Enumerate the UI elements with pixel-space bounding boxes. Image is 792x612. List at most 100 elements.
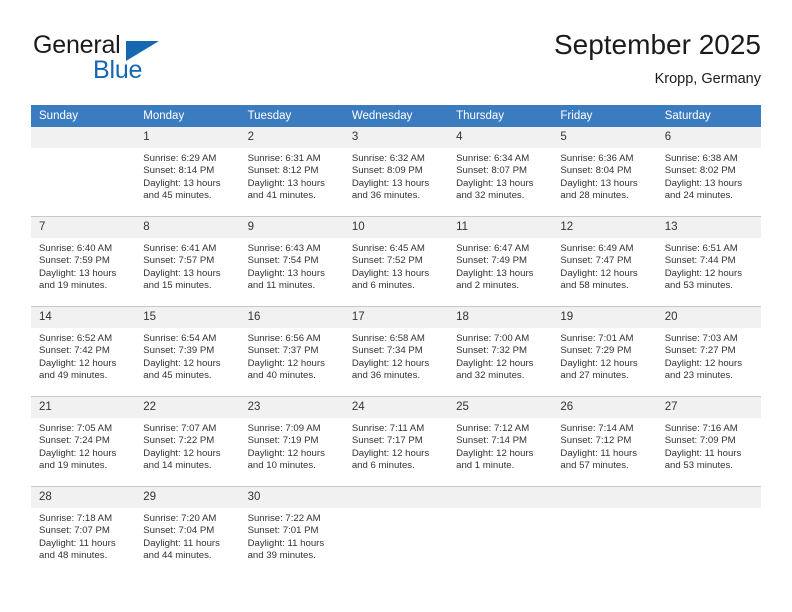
day-number: 1: [135, 127, 240, 148]
calendar-day-cell[interactable]: 6 Sunrise: 6:38 AM Sunset: 8:02 PM Daylight…: [656, 127, 761, 217]
day-number: 25: [448, 397, 553, 418]
daylight-text-cont: and 53 minutes.: [664, 280, 733, 292]
sunrise-text: Sunrise: 6:41 AM: [143, 243, 217, 254]
sunset-text: Sunset: 7:59 PM: [39, 255, 110, 267]
sunset-text: Sunset: 7:27 PM: [664, 345, 736, 357]
calendar-day-cell[interactable]: 24 Sunrise: 7:11 AM Sunset: 7:17 PM Dayligh…: [343, 396, 449, 487]
day-details: Sunrise: 7:20 AM Sunset: 7:04 PM Daylight:…: [135, 508, 239, 563]
daylight-text-cont: and 23 minutes.: [664, 370, 733, 382]
day-number: 11: [448, 217, 553, 238]
daylight-text: Daylight: 11 hours: [39, 537, 116, 549]
day-number: 21: [31, 397, 136, 418]
day-details: Sunrise: 6:51 AM Sunset: 7:44 PM Daylight:…: [657, 238, 761, 293]
day-number: 14: [31, 307, 136, 328]
sunset-text: Sunset: 7:17 PM: [351, 435, 423, 447]
calendar-day-cell[interactable]: 11 Sunrise: 6:47 AM Sunset: 7:49 PM Dayligh…: [448, 216, 553, 307]
sunrise-text: Sunrise: 6:43 AM: [247, 243, 321, 254]
sunrise-text: Sunrise: 6:36 AM: [560, 153, 634, 164]
calendar-day-cell[interactable]: 14 Sunrise: 6:52 AM Sunset: 7:42 PM Dayligh…: [31, 306, 136, 397]
calendar-day-cell[interactable]: 18 Sunrise: 7:00 AM Sunset: 7:32 PM Dayligh…: [448, 306, 553, 397]
sunset-text: Sunset: 7:01 PM: [247, 525, 319, 537]
calendar-day-cell[interactable]: 15 Sunrise: 6:54 AM Sunset: 7:39 PM Dayligh…: [135, 306, 240, 397]
calendar-day-cell[interactable]: 21 Sunrise: 7:05 AM Sunset: 7:24 PM Dayligh…: [31, 396, 136, 487]
calendar-page: General Blue September 2025 Kropp, Germa…: [0, 0, 792, 612]
daylight-text-cont: and 40 minutes.: [247, 370, 316, 382]
day-number: 5: [552, 127, 657, 148]
day-details: Sunrise: 7:16 AM Sunset: 7:09 PM Daylight:…: [657, 418, 761, 473]
daylight-text-cont: and 36 minutes.: [351, 190, 421, 202]
sunset-text: Sunset: 8:09 PM: [351, 165, 423, 177]
calendar-day-cell[interactable]: 29 Sunrise: 7:20 AM Sunset: 7:04 PM Dayligh…: [135, 486, 240, 576]
general-blue-logo[interactable]: General Blue: [31, 28, 231, 90]
sunrise-text: Sunrise: 6:51 AM: [664, 243, 738, 254]
daylight-text-cont: and 2 minutes.: [456, 280, 520, 292]
daylight-text-cont: and 15 minutes.: [143, 280, 212, 292]
calendar-week-row: 1 Sunrise: 6:29 AM Sunset: 8:14 PM Daylight…: [31, 127, 761, 217]
calendar-day-cell[interactable]: 17 Sunrise: 6:58 AM Sunset: 7:34 PM Dayligh…: [343, 306, 449, 397]
calendar-day-cell[interactable]: 3 Sunrise: 6:32 AM Sunset: 8:09 PM Daylight…: [343, 127, 449, 217]
sunrise-text: Sunrise: 7:22 AM: [247, 513, 321, 524]
day-number: 27: [656, 397, 761, 418]
calendar-day-cell[interactable]: 30 Sunrise: 7:22 AM Sunset: 7:01 PM Dayligh…: [239, 486, 344, 576]
daylight-text: Daylight: 12 hours: [247, 447, 325, 459]
day-details: Sunrise: 6:56 AM Sunset: 7:37 PM Daylight:…: [240, 328, 344, 383]
day-number: 18: [448, 307, 553, 328]
daylight-text-cont: and 19 minutes.: [39, 460, 108, 472]
calendar-day-cell[interactable]: 1 Sunrise: 6:29 AM Sunset: 8:14 PM Daylight…: [135, 127, 240, 217]
day-details: Sunrise: 7:18 AM Sunset: 7:07 PM Daylight:…: [31, 508, 135, 563]
day-number: 2: [239, 127, 344, 148]
sunrise-text: Sunrise: 7:07 AM: [143, 423, 217, 434]
daylight-text: Daylight: 12 hours: [39, 357, 117, 369]
sunrise-text: Sunrise: 6:32 AM: [351, 153, 425, 164]
day-details: Sunrise: 6:43 AM Sunset: 7:54 PM Daylight:…: [240, 238, 344, 293]
day-number: [343, 487, 449, 508]
day-number: 8: [135, 217, 240, 238]
sunrise-text: Sunrise: 6:52 AM: [39, 333, 113, 344]
sunset-text: Sunset: 7:37 PM: [247, 345, 319, 357]
calendar-day-cell[interactable]: 27 Sunrise: 7:16 AM Sunset: 7:09 PM Dayligh…: [656, 396, 761, 487]
calendar-day-cell[interactable]: 4 Sunrise: 6:34 AM Sunset: 8:07 PM Daylight…: [448, 127, 553, 217]
sunset-text: Sunset: 8:12 PM: [247, 165, 319, 177]
sunset-text: Sunset: 7:34 PM: [351, 345, 423, 357]
weekday-header-tuesday: Tuesday: [239, 105, 344, 127]
calendar-day-cell[interactable]: 10 Sunrise: 6:45 AM Sunset: 7:52 PM Dayligh…: [343, 216, 449, 307]
sunset-text: Sunset: 7:12 PM: [560, 435, 632, 447]
day-number: 13: [656, 217, 761, 238]
calendar-day-cell[interactable]: 9 Sunrise: 6:43 AM Sunset: 7:54 PM Daylight…: [239, 216, 344, 307]
calendar-day-cell[interactable]: 8 Sunrise: 6:41 AM Sunset: 7:57 PM Daylight…: [135, 216, 240, 307]
daylight-text: Daylight: 12 hours: [664, 357, 743, 369]
sunset-text: Sunset: 7:24 PM: [39, 435, 110, 447]
daylight-text: Daylight: 13 hours: [351, 267, 430, 279]
sunrise-text: Sunrise: 7:03 AM: [664, 333, 738, 344]
sunset-text: Sunset: 7:54 PM: [247, 255, 319, 267]
day-number: 17: [343, 307, 449, 328]
calendar-day-cell[interactable]: 16 Sunrise: 6:56 AM Sunset: 7:37 PM Dayligh…: [239, 306, 344, 397]
calendar-day-cell[interactable]: 13 Sunrise: 6:51 AM Sunset: 7:44 PM Dayligh…: [656, 216, 761, 307]
daylight-text-cont: and 41 minutes.: [247, 190, 316, 202]
calendar-day-cell[interactable]: 12 Sunrise: 6:49 AM Sunset: 7:47 PM Dayligh…: [552, 216, 657, 307]
day-details: Sunrise: 6:41 AM Sunset: 7:57 PM Daylight:…: [135, 238, 239, 293]
calendar-day-cell[interactable]: 22 Sunrise: 7:07 AM Sunset: 7:22 PM Dayligh…: [135, 396, 240, 487]
calendar-day-cell[interactable]: 2 Sunrise: 6:31 AM Sunset: 8:12 PM Daylight…: [239, 127, 344, 217]
daylight-text: Daylight: 13 hours: [351, 177, 430, 189]
daylight-text: Daylight: 13 hours: [560, 177, 638, 189]
calendar-day-cell[interactable]: 7 Sunrise: 6:40 AM Sunset: 7:59 PM Daylight…: [31, 216, 136, 307]
daylight-text-cont: and 11 minutes.: [247, 280, 316, 292]
calendar-day-cell[interactable]: 19 Sunrise: 7:01 AM Sunset: 7:29 PM Dayligh…: [552, 306, 657, 397]
daylight-text-cont: and 53 minutes.: [664, 460, 733, 472]
daylight-text-cont: and 10 minutes.: [247, 460, 316, 472]
calendar-day-cell[interactable]: 23 Sunrise: 7:09 AM Sunset: 7:19 PM Dayligh…: [239, 396, 344, 487]
sunset-text: Sunset: 8:07 PM: [456, 165, 528, 177]
day-number: 20: [656, 307, 761, 328]
daylight-text-cont: and 14 minutes.: [143, 460, 212, 472]
calendar-day-cell[interactable]: 20 Sunrise: 7:03 AM Sunset: 7:27 PM Dayligh…: [656, 306, 761, 397]
daylight-text-cont: and 44 minutes.: [143, 550, 212, 562]
sunrise-text: Sunrise: 6:31 AM: [247, 153, 321, 164]
daylight-text-cont: and 36 minutes.: [351, 370, 421, 382]
calendar-day-cell[interactable]: 28 Sunrise: 7:18 AM Sunset: 7:07 PM Dayligh…: [31, 486, 136, 576]
calendar-day-cell[interactable]: 5 Sunrise: 6:36 AM Sunset: 8:04 PM Daylight…: [552, 127, 657, 217]
daylight-text-cont: and 28 minutes.: [560, 190, 629, 202]
day-details: Sunrise: 7:05 AM Sunset: 7:24 PM Daylight:…: [31, 418, 135, 473]
calendar-day-cell[interactable]: 25 Sunrise: 7:12 AM Sunset: 7:14 PM Dayligh…: [448, 396, 553, 487]
calendar-day-cell[interactable]: 26 Sunrise: 7:14 AM Sunset: 7:12 PM Dayligh…: [552, 396, 657, 487]
